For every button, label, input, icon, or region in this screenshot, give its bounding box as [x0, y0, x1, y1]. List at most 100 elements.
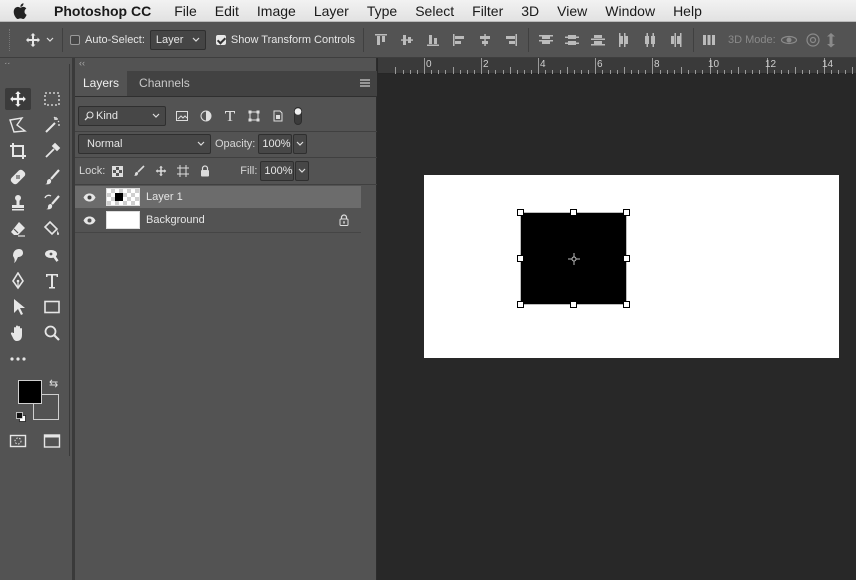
paint-bucket-tool[interactable]: [39, 218, 65, 240]
visibility-eye-icon[interactable]: [75, 216, 103, 225]
lock-all-icon[interactable]: [194, 165, 216, 177]
transform-handle-top[interactable]: [570, 209, 577, 216]
menu-view[interactable]: View: [548, 3, 596, 19]
blend-mode-dropdown[interactable]: Normal: [78, 134, 211, 154]
roll-3d-icon[interactable]: [802, 32, 824, 48]
layer-name[interactable]: Layer 1: [146, 191, 183, 203]
screen-mode-button[interactable]: [39, 430, 65, 452]
fill-slider-toggle[interactable]: [295, 161, 310, 181]
eraser-tool[interactable]: [5, 218, 31, 240]
pan-3d-icon[interactable]: [824, 32, 838, 48]
panel-menu-button[interactable]: [353, 70, 377, 96]
type-tool[interactable]: [39, 270, 65, 292]
menu-select[interactable]: Select: [406, 3, 463, 19]
align-left-edges-icon[interactable]: [446, 33, 472, 47]
filter-shape-layers-icon[interactable]: [242, 110, 266, 122]
lock-position-icon[interactable]: [150, 165, 172, 177]
transform-handle-bottom-left[interactable]: [517, 301, 524, 308]
transform-reference-point-icon[interactable]: [568, 253, 580, 265]
hand-tool[interactable]: [5, 322, 31, 344]
menu-app-name[interactable]: Photoshop CC: [40, 3, 165, 19]
distribute-top-edges-icon[interactable]: [533, 33, 559, 47]
lock-transparent-pixels-icon[interactable]: [106, 165, 128, 177]
align-right-edges-icon[interactable]: [498, 33, 524, 47]
history-brush-tool[interactable]: [39, 192, 65, 214]
eyedropper-tool[interactable]: [39, 140, 65, 162]
lock-image-pixels-icon[interactable]: [128, 165, 150, 177]
layer-row-background[interactable]: Background: [75, 209, 361, 231]
dodge-tool[interactable]: [39, 244, 65, 266]
horizontal-ruler[interactable]: 0 2 4 6 8 10 12 14: [378, 58, 856, 74]
transform-handle-right[interactable]: [623, 255, 630, 262]
filter-pixel-layers-icon[interactable]: [170, 111, 194, 121]
menu-image[interactable]: Image: [248, 3, 305, 19]
menu-help[interactable]: Help: [664, 3, 711, 19]
align-vertical-centers-icon[interactable]: [394, 33, 420, 47]
menu-layer[interactable]: Layer: [305, 3, 358, 19]
layer-name[interactable]: Background: [146, 214, 205, 226]
distribute-vertical-centers-icon[interactable]: [559, 33, 585, 47]
default-colors-icon[interactable]: [16, 409, 26, 427]
filter-adjustment-layers-icon[interactable]: [194, 110, 218, 122]
menu-file[interactable]: File: [165, 3, 206, 19]
filter-smart-objects-icon[interactable]: [266, 110, 290, 122]
show-transform-controls-checkbox[interactable]: [215, 34, 226, 45]
menu-3d[interactable]: 3D: [512, 3, 548, 19]
panel-collapse-icon[interactable]: ‹‹: [79, 58, 85, 68]
transform-handle-bottom-right[interactable]: [623, 301, 630, 308]
opacity-slider-toggle[interactable]: [293, 134, 308, 154]
distribute-left-edges-icon[interactable]: [611, 32, 637, 48]
rectangle-tool[interactable]: [39, 296, 65, 318]
apple-menu[interactable]: [0, 2, 40, 19]
marquee-tool[interactable]: [39, 88, 65, 110]
menu-type[interactable]: Type: [358, 3, 406, 19]
magic-wand-tool[interactable]: [39, 114, 65, 136]
align-top-edges-icon[interactable]: [368, 33, 394, 47]
zoom-tool[interactable]: [39, 322, 65, 344]
path-selection-tool[interactable]: [5, 296, 31, 318]
edit-toolbar-button[interactable]: [5, 348, 31, 370]
transform-handle-left[interactable]: [517, 255, 524, 262]
opacity-input[interactable]: 100%: [258, 134, 293, 154]
transform-handle-top-right[interactable]: [623, 209, 630, 216]
quick-mask-button[interactable]: [5, 430, 31, 452]
pen-tool[interactable]: [5, 270, 31, 292]
auto-select-checkbox[interactable]: [70, 34, 80, 45]
distribute-bottom-edges-icon[interactable]: [585, 33, 611, 47]
transform-handle-top-left[interactable]: [517, 209, 524, 216]
menu-window[interactable]: Window: [596, 3, 664, 19]
swap-colors-icon[interactable]: ⇆: [49, 377, 58, 390]
crop-tool[interactable]: [5, 140, 31, 162]
menu-edit[interactable]: Edit: [206, 3, 248, 19]
blur-tool[interactable]: [5, 244, 31, 266]
lock-artboard-icon[interactable]: [172, 165, 194, 177]
filter-kind-dropdown[interactable]: Kind: [78, 106, 166, 126]
align-bottom-edges-icon[interactable]: [420, 33, 446, 47]
filter-toggle-switch[interactable]: [290, 107, 306, 125]
move-tool-preset[interactable]: [20, 32, 58, 48]
fill-input[interactable]: 100%: [260, 161, 295, 181]
brush-tool[interactable]: [39, 166, 65, 188]
tab-channels[interactable]: Channels: [131, 70, 198, 96]
clone-stamp-tool[interactable]: [5, 192, 31, 214]
orbit-3d-icon[interactable]: [776, 33, 802, 47]
document-canvas[interactable]: [424, 175, 839, 358]
transform-bounding-box[interactable]: [517, 209, 630, 308]
healing-brush-tool[interactable]: [5, 166, 31, 188]
filter-type-layers-icon[interactable]: [218, 110, 242, 122]
visibility-eye-icon[interactable]: [75, 193, 103, 202]
auto-align-layers-icon[interactable]: [698, 33, 720, 47]
menu-filter[interactable]: Filter: [463, 3, 512, 19]
options-grip[interactable]: [0, 22, 20, 58]
transform-handle-bottom[interactable]: [570, 301, 577, 308]
layer-row-layer-1[interactable]: Layer 1: [75, 186, 361, 208]
distribute-horizontal-centers-icon[interactable]: [637, 32, 663, 48]
foreground-color-swatch[interactable]: [18, 380, 42, 404]
auto-select-target-dropdown[interactable]: Layer: [149, 29, 206, 50]
move-tool[interactable]: [5, 88, 31, 110]
distribute-right-edges-icon[interactable]: [663, 32, 689, 48]
lasso-tool[interactable]: [5, 114, 31, 136]
align-horizontal-centers-icon[interactable]: [472, 33, 498, 47]
document-workspace: 0 2 4 6 8 10 12 14: [378, 58, 856, 580]
tab-layers[interactable]: Layers: [75, 70, 128, 96]
